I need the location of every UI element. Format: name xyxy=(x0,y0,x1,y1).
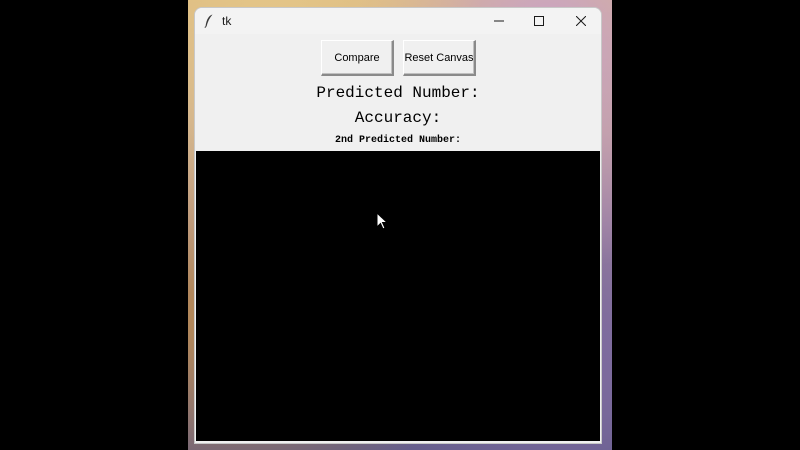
minimize-icon xyxy=(494,20,504,22)
accuracy-label: Accuracy: xyxy=(354,109,442,127)
desktop: tk Compare Reset Canvas Predicted Number… xyxy=(0,0,800,450)
minimize-button[interactable] xyxy=(479,8,519,34)
window-client-area: Compare Reset Canvas Predicted Number: A… xyxy=(195,34,601,443)
second-predicted-number-label: 2nd Predicted Number: xyxy=(334,135,462,146)
close-button[interactable] xyxy=(561,8,601,34)
feather-icon xyxy=(204,14,213,28)
close-icon xyxy=(576,16,586,26)
title-bar[interactable]: tk xyxy=(195,8,601,34)
app-window: tk Compare Reset Canvas Predicted Number… xyxy=(194,7,602,444)
window-title: tk xyxy=(222,14,232,28)
drawing-canvas[interactable] xyxy=(196,151,600,441)
compare-button[interactable]: Compare xyxy=(321,40,394,76)
maximize-icon xyxy=(534,16,544,26)
reset-canvas-button[interactable]: Reset Canvas xyxy=(403,40,476,76)
maximize-button[interactable] xyxy=(519,8,559,34)
predicted-number-label: Predicted Number: xyxy=(316,84,480,102)
